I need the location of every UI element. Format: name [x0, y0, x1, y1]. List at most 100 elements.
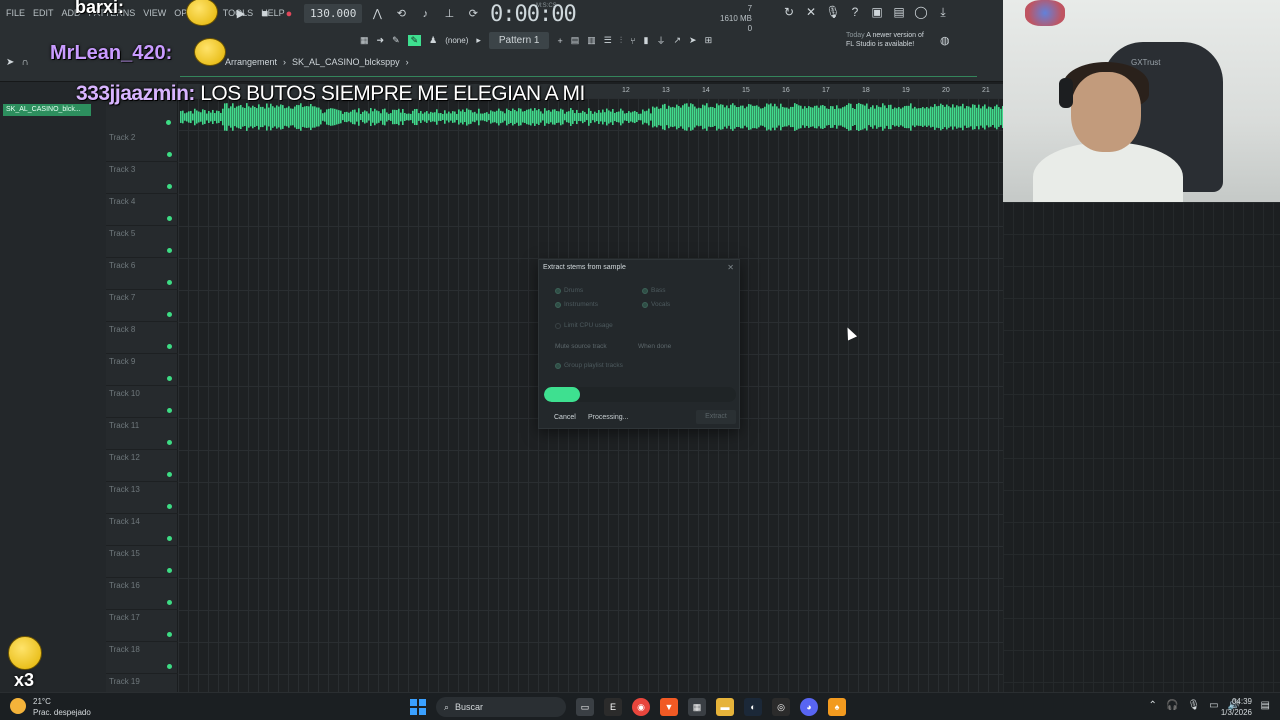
github-icon[interactable]: ◎: [772, 698, 790, 716]
snap-icon[interactable]: ⊥: [440, 5, 458, 23]
tool-icon[interactable]: ↗: [674, 35, 682, 46]
mixer-view-icon[interactable]: ☰: [604, 35, 612, 46]
track-header[interactable]: Track 2: [106, 130, 178, 162]
chrome-icon[interactable]: ◉: [632, 698, 650, 716]
option-drums[interactable]: Drums: [555, 287, 583, 294]
plug-icon[interactable]: ⏚: [656, 34, 665, 47]
cancel-button[interactable]: Cancel: [554, 414, 576, 421]
brush-icon[interactable]: ✎: [392, 35, 400, 46]
notifications-icon[interactable]: ▤: [1261, 700, 1270, 711]
pencil-icon[interactable]: ✎: [407, 35, 422, 46]
weather-icon[interactable]: [10, 698, 26, 714]
track-header[interactable]: Track 11: [106, 418, 178, 450]
browser-icon[interactable]: ▮: [644, 35, 649, 46]
option-bass[interactable]: Bass: [642, 287, 665, 294]
audio-clip-waveform[interactable]: [180, 103, 1003, 131]
playlist-icon[interactable]: ▤: [571, 35, 580, 46]
chevron-up-icon[interactable]: ⌃: [1149, 700, 1157, 711]
pattern-selector[interactable]: Pattern 1: [488, 32, 550, 49]
track-header[interactable]: Track 18: [106, 642, 178, 674]
track-mute-icon[interactable]: [167, 472, 172, 477]
eq-icon[interactable]: ⫶: [620, 35, 622, 46]
arrow-tool-icon[interactable]: ➤: [6, 57, 14, 68]
track-header[interactable]: Track 9: [106, 354, 178, 386]
cart-icon[interactable]: ⊞: [705, 35, 713, 46]
track-mute-icon[interactable]: [167, 536, 172, 541]
track-header[interactable]: Track 7: [106, 290, 178, 322]
snap-selector[interactable]: (none): [445, 36, 468, 45]
task-view-icon[interactable]: ▭: [576, 698, 594, 716]
play-icon[interactable]: ▶: [232, 5, 250, 23]
when-done-selector[interactable]: When done: [638, 343, 671, 350]
piano-icon[interactable]: ▦: [360, 35, 369, 46]
track-header[interactable]: Track 17: [106, 610, 178, 642]
breadcrumb-clip[interactable]: SK_AL_CASINO_blcksppy: [292, 57, 400, 67]
menu-file[interactable]: FILE: [6, 8, 25, 18]
track-mute-icon[interactable]: [167, 440, 172, 445]
track-header[interactable]: Track 8: [106, 322, 178, 354]
breadcrumb-arrangement[interactable]: Arrangement: [225, 57, 277, 67]
track-header[interactable]: Track 14: [106, 514, 178, 546]
track-mute-icon[interactable]: [167, 344, 172, 349]
time-display[interactable]: 0:00:00: [490, 2, 577, 27]
track-header[interactable]: Track 5: [106, 226, 178, 258]
track-mute-icon[interactable]: [167, 568, 172, 573]
track-header[interactable]: Track 4: [106, 194, 178, 226]
track-mute-icon[interactable]: [167, 376, 172, 381]
headphones-icon[interactable]: 🎧: [1166, 700, 1178, 711]
mic-icon[interactable]: 🎙: [1187, 700, 1200, 711]
step-icon[interactable]: ♪: [416, 5, 434, 23]
track-header[interactable]: Track 3: [106, 162, 178, 194]
stop-icon[interactable]: ■: [256, 5, 274, 23]
tempo-display[interactable]: 130.000: [304, 4, 363, 23]
track-mute-icon[interactable]: [167, 280, 172, 285]
track-mute-icon[interactable]: [167, 632, 172, 637]
track-header[interactable]: Track 16: [106, 578, 178, 610]
fl-studio-icon[interactable]: ♠: [828, 698, 846, 716]
send-icon[interactable]: ➤: [689, 35, 697, 46]
menu-edit[interactable]: EDIT: [33, 8, 54, 18]
windows-start-icon[interactable]: [410, 699, 426, 715]
tree-icon[interactable]: ⑂: [630, 36, 635, 46]
record-icon[interactable]: ●: [280, 5, 298, 23]
pattern-prev-icon[interactable]: ▸: [476, 35, 481, 46]
track-mute-icon[interactable]: [167, 408, 172, 413]
track-header[interactable]: Track 15: [106, 546, 178, 578]
discord-icon[interactable]: ◕: [800, 698, 818, 716]
microphone-icon[interactable]: 🎙: [825, 5, 840, 19]
plugin-icon[interactable]: ▤: [892, 5, 906, 19]
track-mute-icon[interactable]: [167, 312, 172, 317]
mute-source-label[interactable]: Mute source track: [555, 343, 607, 350]
track-header[interactable]: Track 10: [106, 386, 178, 418]
add-pattern-icon[interactable]: +: [557, 36, 562, 46]
option-group-tracks[interactable]: Group playlist tracks: [555, 362, 623, 369]
weather-widget[interactable]: 21°C Prac. despejado: [33, 696, 91, 718]
metronome-icon[interactable]: ⋀: [368, 5, 386, 23]
magnet-icon[interactable]: ∩: [21, 57, 28, 68]
track-header[interactable]: Track 13: [106, 482, 178, 514]
file-explorer-icon[interactable]: ▬: [716, 698, 734, 716]
option-vocals[interactable]: Vocals: [642, 301, 670, 308]
channel-rack-icon[interactable]: ▥: [587, 35, 596, 46]
track-mute-icon[interactable]: [167, 600, 172, 605]
save-icon[interactable]: ▣: [870, 5, 884, 19]
undo-icon[interactable]: ↻: [782, 5, 796, 19]
track-header[interactable]: Track 6: [106, 258, 178, 290]
option-instruments[interactable]: Instruments: [555, 301, 598, 308]
globe-icon[interactable]: ◍: [940, 34, 950, 47]
option-limit-cpu[interactable]: Limit CPU usage: [555, 322, 613, 329]
close-icon[interactable]: ✕: [727, 263, 734, 272]
track-header[interactable]: Track 12: [106, 450, 178, 482]
news-panel[interactable]: Today A newer version of FL Studio is av…: [846, 31, 924, 49]
stamp-icon[interactable]: ♟: [429, 35, 437, 46]
extract-button[interactable]: Extract: [696, 410, 736, 424]
help-icon[interactable]: ?: [848, 5, 862, 19]
song-position-bar[interactable]: [180, 76, 977, 77]
taskbar-search[interactable]: ⌕ Buscar: [436, 697, 566, 717]
loop-icon[interactable]: ⟲: [392, 5, 410, 23]
track-mute-icon[interactable]: [167, 184, 172, 189]
taskbar-clock[interactable]: 04:39 1/3/2026: [1221, 696, 1252, 718]
brave-icon[interactable]: ▼: [660, 698, 678, 716]
arrow-icon[interactable]: ➜: [377, 35, 385, 46]
track-mute-icon[interactable]: [167, 504, 172, 509]
